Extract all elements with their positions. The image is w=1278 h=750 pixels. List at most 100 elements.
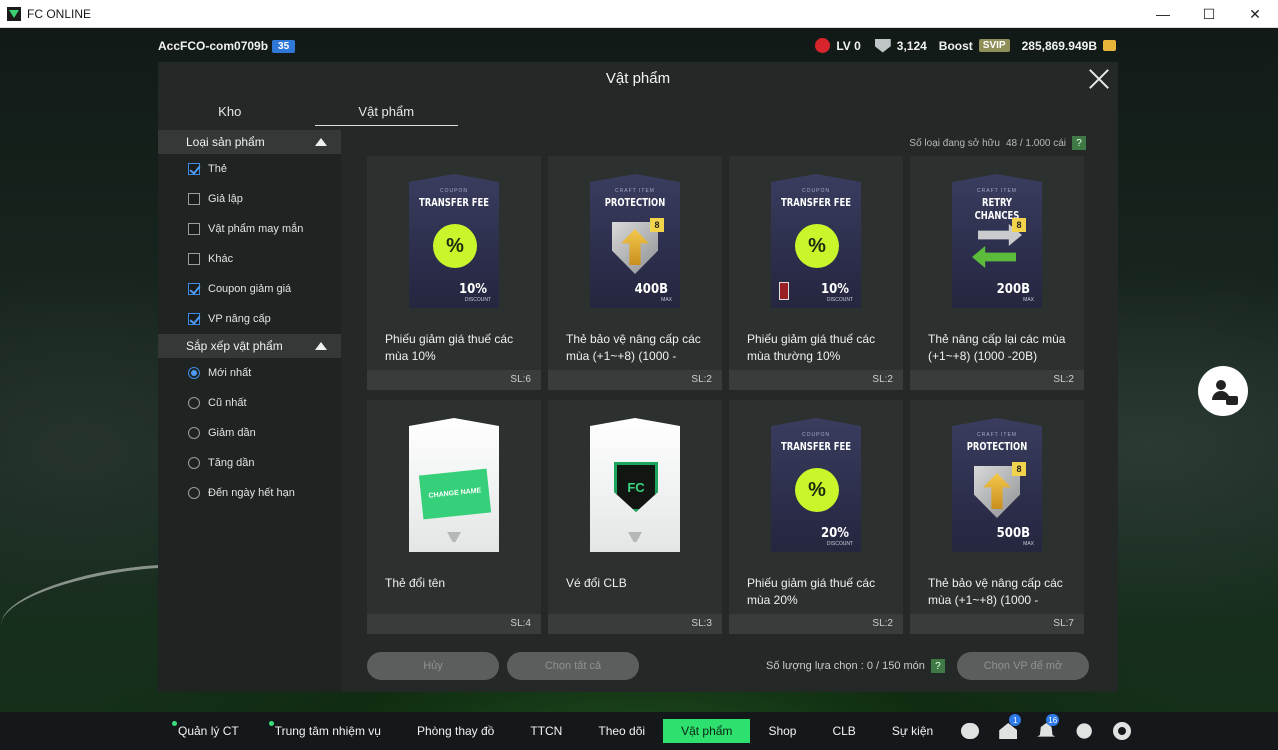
owned-count: Số loại đang sở hữu 48 / 1.000 cái ? (909, 136, 1086, 150)
sort-header[interactable]: Sắp xếp vật phẩm (158, 334, 341, 358)
nav-label: Trung tâm nhiệm vụ (274, 724, 381, 738)
checkbox-coupon[interactable] (188, 283, 200, 295)
item-card[interactable]: COUPON TRANSFER FEE % 20% DISCOUNT Phiếu… (729, 400, 903, 634)
select-all-button[interactable]: Chọn tất cả (507, 652, 639, 680)
profile-button[interactable] (1065, 712, 1103, 750)
nav-club[interactable]: CLB (814, 719, 873, 743)
svip-badge: SVIP (978, 39, 1010, 52)
nav-events[interactable]: Sự kiện (874, 719, 951, 743)
settings-button[interactable] (1103, 712, 1141, 750)
card-title: TRANSFER FEE (781, 196, 851, 209)
card-sub: MAX (661, 297, 672, 303)
radio-expiry[interactable] (188, 487, 200, 499)
filter-option-card[interactable]: Thẻ (158, 154, 341, 184)
items-modal: Vật phẩm Kho Vật phẩm Loại sản phẩm Thẻ … (158, 62, 1118, 692)
sort-option-ascending[interactable]: Tăng dần (158, 448, 341, 478)
filter-option-simulation[interactable]: Giả lập (158, 184, 341, 214)
modal-tabs: Kho Vật phẩm (158, 100, 458, 126)
item-card[interactable]: FC Vé đổi CLB SL:3 (548, 400, 722, 634)
maximize-button[interactable]: ☐ (1186, 0, 1232, 28)
nav-shop[interactable]: Shop (750, 719, 814, 743)
filter-option-upgrade-item[interactable]: VP nâng cấp (158, 304, 341, 334)
checkbox-lucky-item[interactable] (188, 223, 200, 235)
sort-option-oldest[interactable]: Cũ nhất (158, 388, 341, 418)
radio-oldest[interactable] (188, 397, 200, 409)
card-value: 10% (459, 282, 487, 297)
item-card[interactable]: COUPON TRANSFER FEE % 10% DISCOUNT Phiếu… (367, 156, 541, 390)
tab-items[interactable]: Vật phẩm (314, 100, 458, 126)
card-tag: COUPON (802, 188, 830, 194)
modal-title: Vật phẩm (605, 69, 671, 87)
minimize-button[interactable]: — (1140, 0, 1186, 28)
item-card[interactable]: CRAFT ITEM PROTECTION 8 500B MAX Thẻ bảo… (910, 400, 1084, 634)
item-name: Thẻ bảo vệ nâng cấp các mùa (+1~+8) (100… (928, 576, 1063, 607)
club-change-card-art: FC (590, 418, 680, 552)
checkbox-other[interactable] (188, 253, 200, 265)
friend-chat-button[interactable] (1198, 366, 1248, 416)
checkbox-upgrade-item[interactable] (188, 313, 200, 325)
change-name-ticket-icon: CHANGE NAME (418, 468, 492, 520)
item-card[interactable]: CHANGE NAME Thẻ đổi tên SL:4 (367, 400, 541, 634)
item-card[interactable]: CRAFT ITEM PROTECTION 8 400B MAX Thẻ bảo… (548, 156, 722, 390)
radio-ascending[interactable] (188, 457, 200, 469)
nav-follow[interactable]: Theo dõi (580, 719, 663, 743)
item-name: Thẻ đổi tên (385, 576, 446, 590)
item-footer: SL:4 (367, 614, 541, 634)
card-tag: COUPON (440, 188, 468, 194)
nav-label: CLB (832, 724, 856, 738)
close-window-button[interactable]: ✕ (1232, 0, 1278, 28)
sort-option-newest[interactable]: Mới nhất (158, 358, 341, 388)
checkbox-simulation[interactable] (188, 193, 200, 205)
filter-option-coupon[interactable]: Coupon giảm giá (158, 274, 341, 304)
item-name: Thẻ bảo vệ nâng cấp các mùa (+1~+8) (100… (566, 332, 701, 363)
notifications-button[interactable]: 16 (1027, 712, 1065, 750)
filter-option-lucky-item[interactable]: Vật phẩm may mắn (158, 214, 341, 244)
nav-mission-center[interactable]: Trung tâm nhiệm vụ (257, 719, 399, 743)
item-footer: SL:6 (367, 370, 541, 390)
nav-locker-room[interactable]: Phòng thay đồ (399, 719, 512, 743)
cancel-button[interactable]: Hủy (367, 652, 499, 680)
nav-label: Shop (768, 724, 797, 738)
notifications-badge: 16 (1046, 714, 1060, 726)
item-quantity: SL:2 (872, 374, 893, 385)
item-card[interactable]: COUPON TRANSFER FEE % 10% DISCOUNT Phiếu… (729, 156, 903, 390)
card-sub: MAX (1023, 541, 1034, 547)
sort-label: Đến ngày hết hạn (208, 487, 295, 499)
radio-descending[interactable] (188, 427, 200, 439)
card-title: TRANSFER FEE (419, 196, 489, 209)
close-modal-icon[interactable] (1088, 68, 1110, 90)
item-quantity: SL:2 (872, 618, 893, 629)
sort-option-expiry[interactable]: Đến ngày hết hạn (158, 478, 341, 508)
nav-label: TTCN (530, 724, 563, 738)
selection-count-label: Số lượng lựa chọn : 0 / 150 món (766, 660, 925, 672)
filter-label: Vật phẩm may mắn (208, 223, 304, 235)
item-quantity: SL:6 (510, 374, 531, 385)
item-footer: SL:2 (729, 614, 903, 634)
filter-option-other[interactable]: Khác (158, 244, 341, 274)
account-level-badge: 35 (272, 39, 296, 53)
radio-newest[interactable] (188, 367, 200, 379)
nav-team-management[interactable]: Quản lý CT (160, 719, 257, 743)
nav-label: Phòng thay đồ (416, 724, 495, 738)
help-icon[interactable]: ? (930, 659, 945, 673)
chat-icon (961, 723, 980, 739)
item-name: Phiếu giảm giá thuế các mùa 10% (385, 332, 514, 363)
points-value: 3,124 (896, 38, 927, 53)
fc-online-logo-icon (7, 6, 21, 21)
help-icon[interactable]: ? (1072, 136, 1086, 150)
item-card[interactable]: CRAFT ITEM RETRY CHANCES 8 200B MAX Thẻ … (910, 156, 1084, 390)
filter-label: Thẻ (208, 163, 227, 175)
nav-ttcn[interactable]: TTCN (512, 719, 580, 743)
card-value: 20% (821, 526, 849, 541)
open-items-button[interactable]: Chọn VP để mở (957, 652, 1089, 680)
nav-items[interactable]: Vật phẩm (663, 719, 751, 743)
product-type-title: Loại sản phẩm (186, 135, 265, 149)
checkbox-card[interactable] (188, 163, 200, 175)
product-type-header[interactable]: Loại sản phẩm (158, 130, 341, 154)
card-tag: CRAFT ITEM (615, 188, 655, 194)
chat-button[interactable] (951, 712, 989, 750)
sort-option-descending[interactable]: Giảm dần (158, 418, 341, 448)
tab-storage[interactable]: Kho (158, 100, 302, 126)
home-button[interactable]: 1 (989, 712, 1027, 750)
card-value: 500B (996, 526, 1030, 541)
